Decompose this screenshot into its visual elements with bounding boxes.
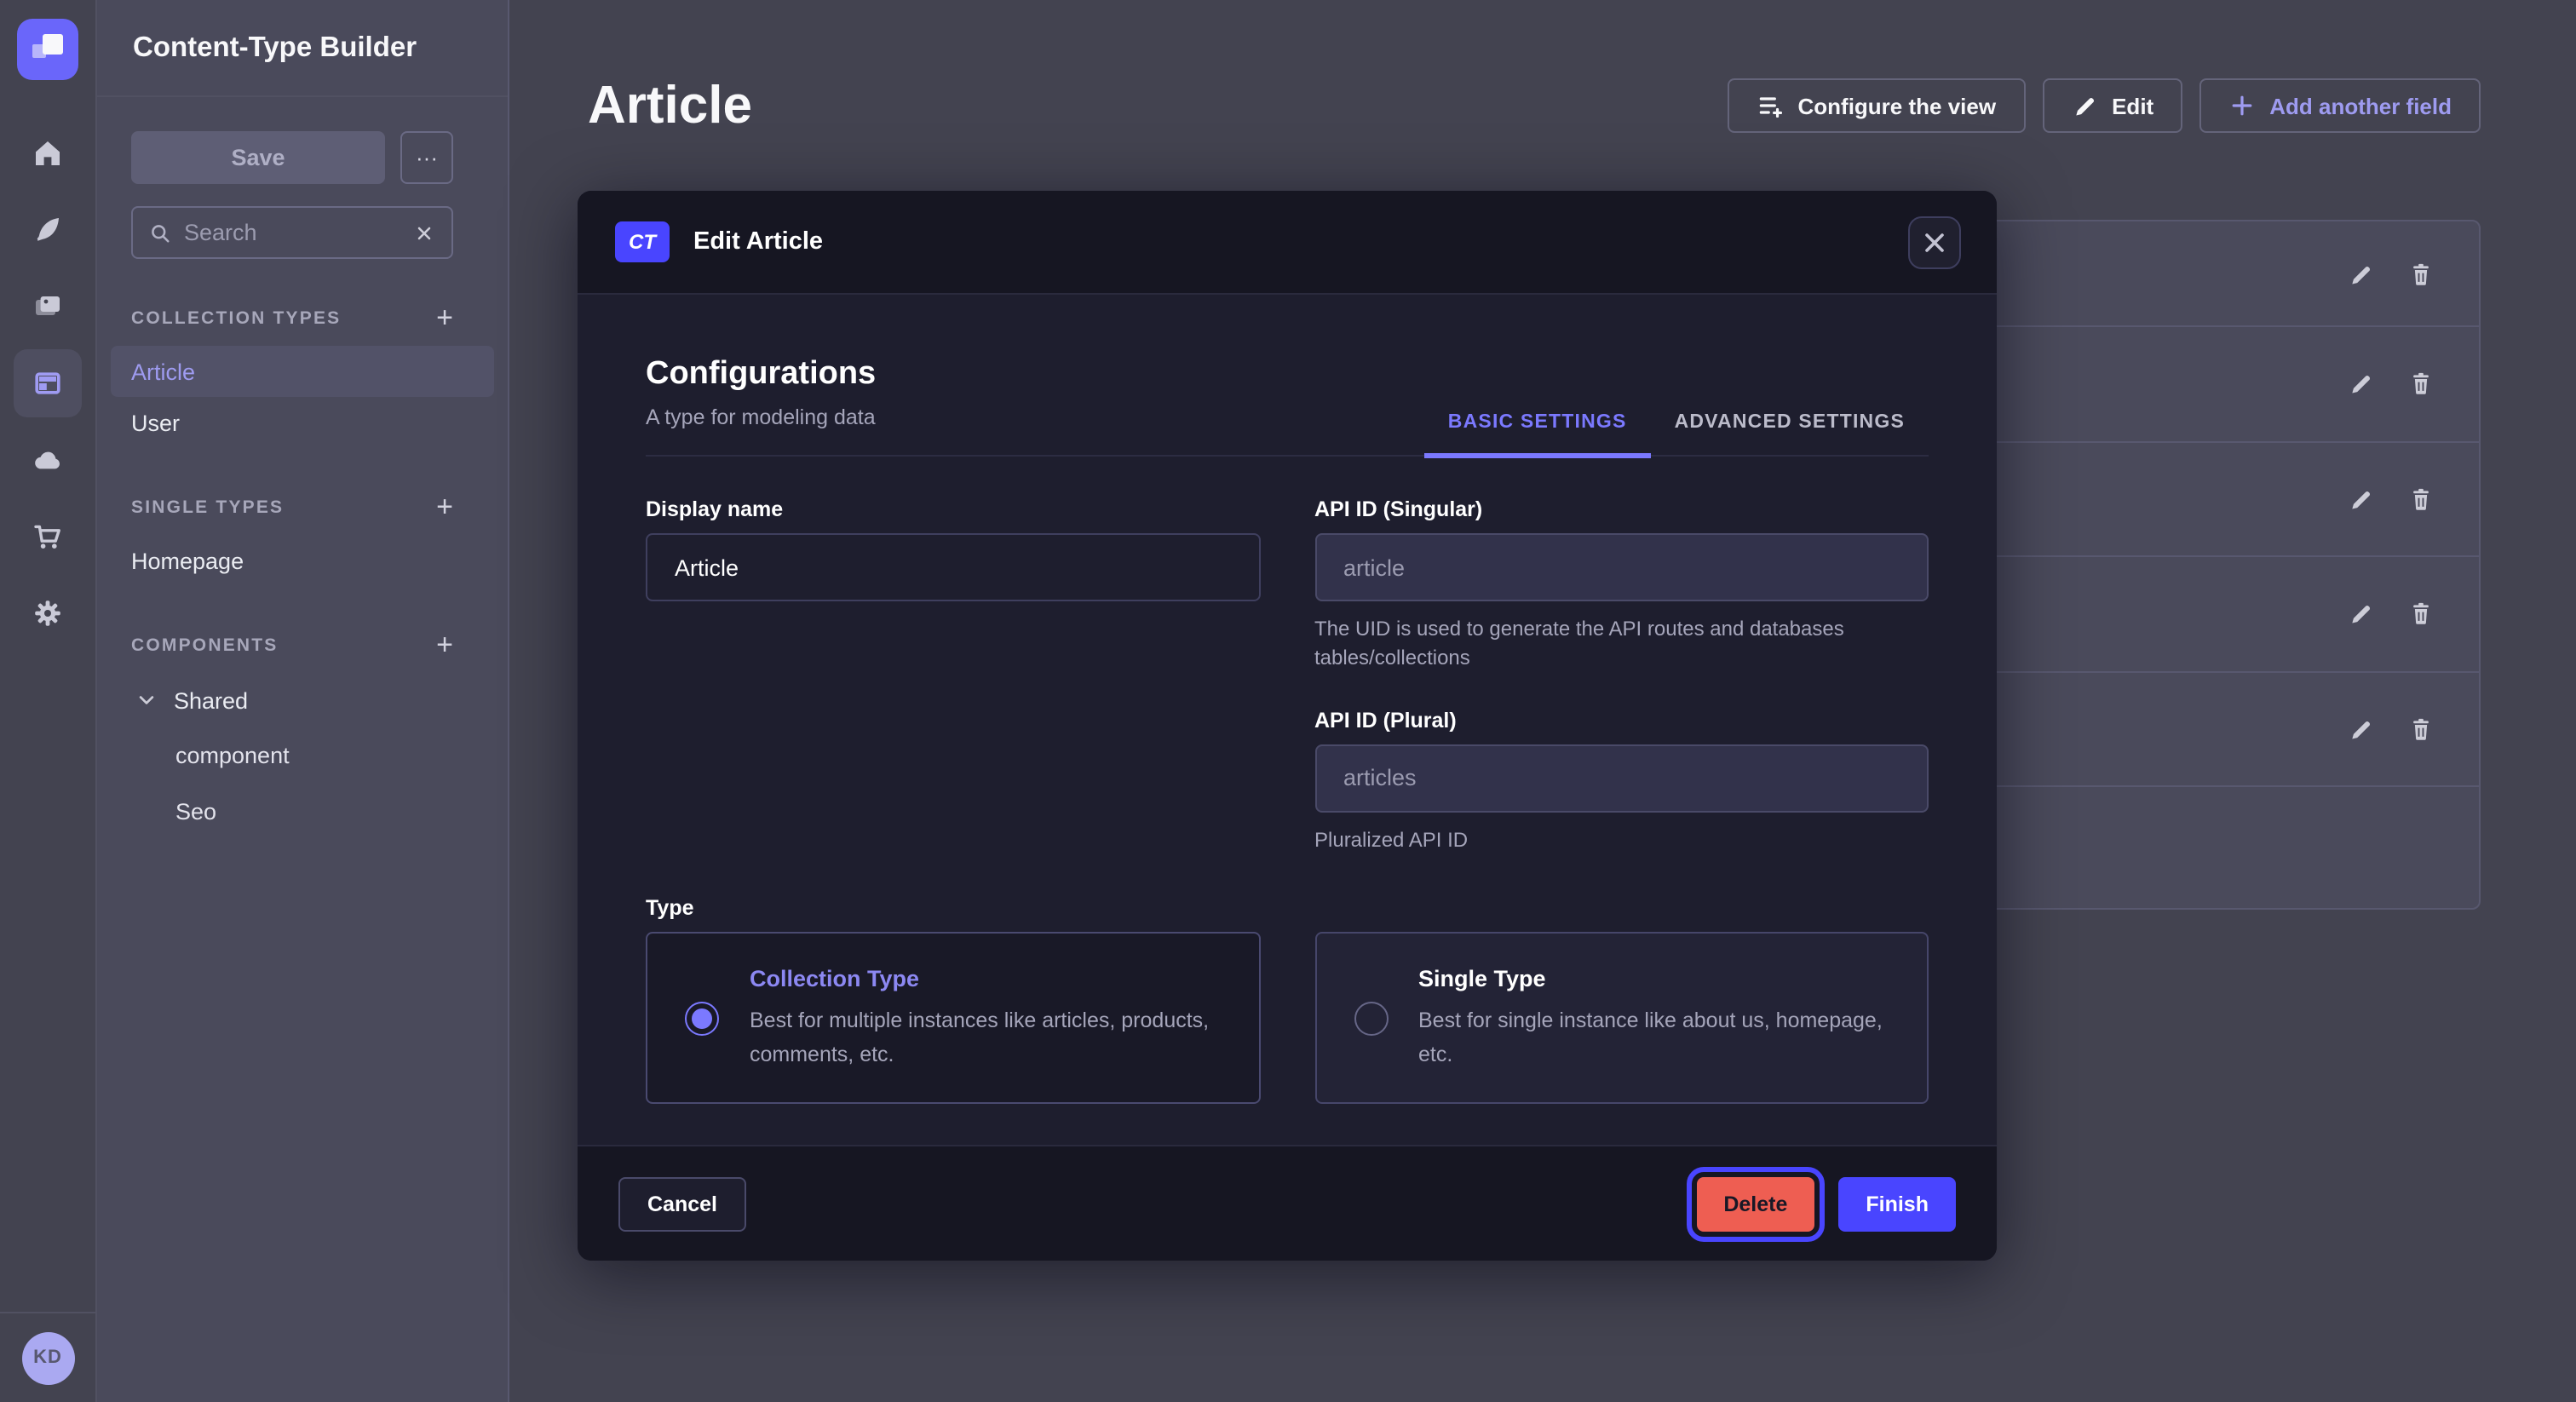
modal-title: Edit Article (693, 228, 1908, 256)
display-name-label: Display name (646, 497, 1260, 521)
single-type-radio[interactable] (1354, 1001, 1388, 1035)
grid-spacer (646, 675, 1260, 856)
collection-type-radio[interactable] (685, 1001, 719, 1035)
api-id-singular-field-group: API ID (Singular) The UID is used to gen… (1314, 497, 1929, 675)
api-id-singular-label: API ID (Singular) (1314, 497, 1929, 521)
tab-basic-settings[interactable]: BASIC SETTINGS (1424, 412, 1651, 458)
type-label: Type (646, 896, 1929, 920)
edit-article-modal: CT Edit Article Configurations A type fo… (578, 191, 1997, 1261)
delete-button[interactable]: Delete (1696, 1176, 1814, 1231)
collection-type-desc: Best for multiple instances like article… (750, 1003, 1221, 1071)
api-id-plural-input[interactable] (1314, 744, 1929, 813)
collection-type-title: Collection Type (750, 965, 1221, 991)
close-icon (1923, 231, 1946, 253)
single-type-desc: Best for single instance like about us, … (1418, 1003, 1889, 1071)
finish-button[interactable]: Finish (1838, 1176, 1956, 1231)
configurations-subtitle: A type for modeling data (646, 405, 876, 429)
single-type-title: Single Type (1418, 965, 1889, 991)
cancel-button[interactable]: Cancel (618, 1176, 746, 1231)
modal-body: Configurations A type for modeling data … (578, 295, 1997, 1145)
api-id-plural-hint: Pluralized API ID (1314, 826, 1929, 856)
close-button[interactable] (1908, 215, 1961, 268)
single-type-card[interactable]: Single Type Best for single instance lik… (1314, 932, 1929, 1104)
configurations-heading: Configurations (646, 356, 876, 394)
modal-header: CT Edit Article (578, 191, 1997, 295)
api-id-plural-label: API ID (Plural) (1314, 709, 1929, 733)
display-name-input[interactable] (646, 533, 1260, 601)
api-id-singular-hint: The UID is used to generate the API rout… (1314, 615, 1929, 675)
collection-type-card[interactable]: Collection Type Best for multiple instan… (646, 932, 1260, 1104)
tab-advanced-settings[interactable]: ADVANCED SETTINGS (1651, 412, 1929, 455)
app-window: KD Content-Type Builder Save ··· COLLECT… (0, 0, 2576, 1402)
api-id-plural-field-group: API ID (Plural) Pluralized API ID (1314, 709, 1929, 856)
api-id-singular-input[interactable] (1314, 533, 1929, 601)
display-name-field-group: Display name (646, 497, 1260, 675)
modal-footer: Cancel Delete Finish (578, 1145, 1997, 1261)
settings-tabs: BASIC SETTINGS ADVANCED SETTINGS (1424, 412, 1929, 455)
content-type-badge: CT (615, 221, 670, 262)
